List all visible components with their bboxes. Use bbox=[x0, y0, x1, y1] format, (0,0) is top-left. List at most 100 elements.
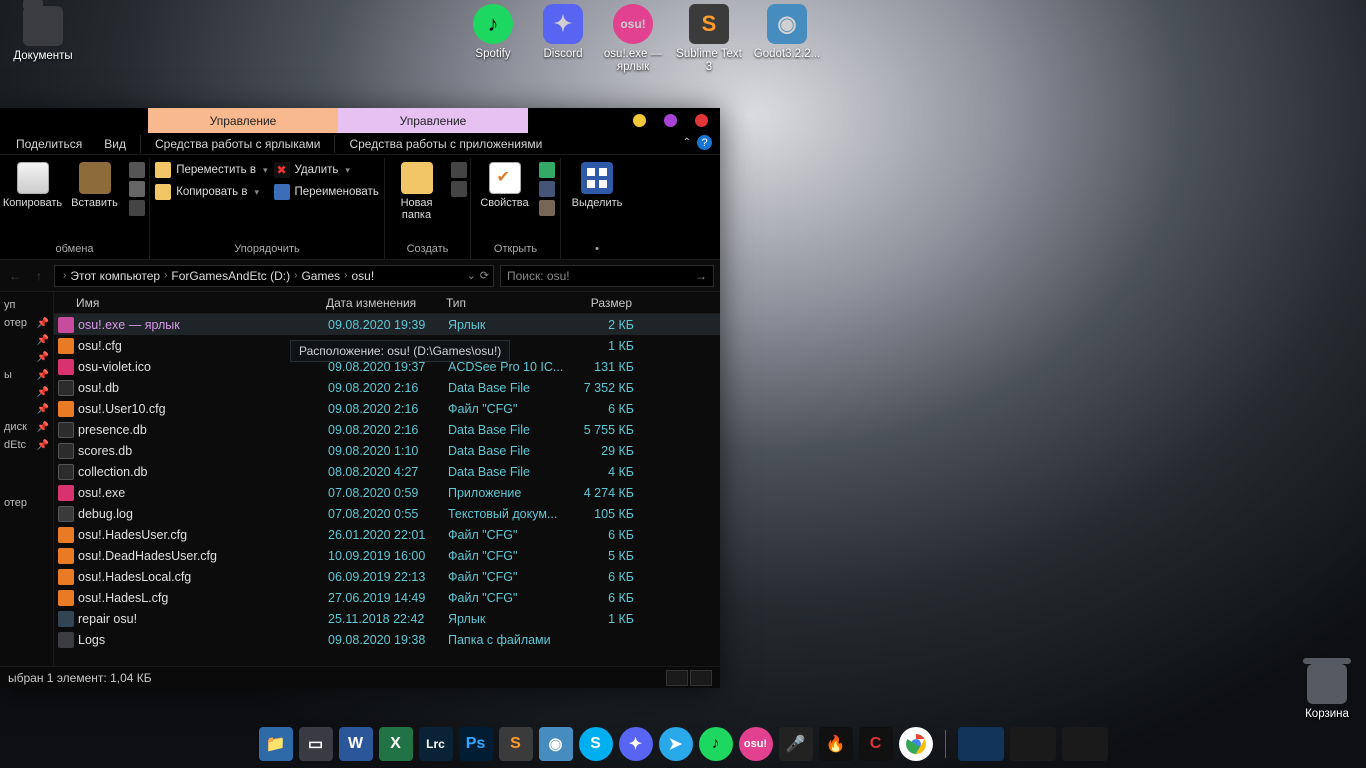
file-name: collection.db bbox=[78, 465, 328, 479]
desktop-shortcut-sublime[interactable]: S Sublime Text 3 bbox=[672, 4, 746, 74]
taskbar-discord[interactable]: ✦ bbox=[619, 727, 653, 761]
easy-access-icon[interactable] bbox=[451, 181, 467, 197]
taskbar-chrome[interactable] bbox=[899, 727, 933, 761]
sidebar-item[interactable]: отер bbox=[2, 494, 51, 512]
file-row[interactable]: osu!.exe — ярлык09.08.2020 19:39Ярлык2 К… bbox=[54, 314, 720, 335]
breadcrumb[interactable]: › Этот компьютер› ForGamesAndEtc (D:)› G… bbox=[54, 265, 494, 287]
file-row[interactable]: scores.db09.08.2020 1:10Data Base File29… bbox=[54, 440, 720, 461]
file-row[interactable]: osu!.HadesLocal.cfg06.09.2019 22:13Файл … bbox=[54, 566, 720, 587]
view-icons-button[interactable] bbox=[690, 670, 712, 686]
taskbar-lightroom[interactable]: Lrc bbox=[419, 727, 453, 761]
close-button[interactable] bbox=[695, 114, 708, 127]
sidebar-item[interactable]: dEtc📌 bbox=[2, 436, 51, 454]
file-icon bbox=[58, 506, 74, 522]
desktop-shortcut-spotify[interactable]: ♪ Spotify bbox=[456, 4, 530, 61]
history-dropdown[interactable]: ⌄ bbox=[467, 269, 476, 282]
delete-button[interactable]: ✖Удалить▾ bbox=[274, 162, 379, 178]
refresh-button[interactable]: ⟳ bbox=[480, 269, 489, 282]
new-folder-button[interactable]: Новая папка bbox=[389, 162, 445, 221]
file-row[interactable]: presence.db09.08.2020 2:16Data Base File… bbox=[54, 419, 720, 440]
desktop-shortcut-discord[interactable]: ✦ Discord bbox=[526, 4, 600, 61]
copy-path-icon[interactable] bbox=[129, 181, 145, 197]
file-row[interactable]: osu!.exe07.08.2020 0:59Приложение4 274 К… bbox=[54, 482, 720, 503]
search-input[interactable]: Поиск: osu! → bbox=[500, 265, 714, 287]
nav-back-button[interactable]: ← bbox=[6, 267, 24, 285]
sidebar-item[interactable]: отер📌 bbox=[2, 314, 51, 332]
paste-button[interactable]: Вставить bbox=[67, 162, 123, 209]
taskbar-app1[interactable]: 🔥 bbox=[819, 727, 853, 761]
maximize-button[interactable] bbox=[664, 114, 677, 127]
sidebar-item[interactable]: диск📌 bbox=[2, 418, 51, 436]
context-tab-app[interactable]: Управление bbox=[338, 108, 528, 133]
file-size: 105 КБ bbox=[568, 507, 634, 521]
taskbar-sublime[interactable]: S bbox=[499, 727, 533, 761]
file-row[interactable]: debug.log07.08.2020 0:55Текстовый докум.… bbox=[54, 503, 720, 524]
sidebar-item[interactable]: уп bbox=[2, 296, 51, 314]
taskbar-spotify[interactable]: ♪ bbox=[699, 727, 733, 761]
taskbar-osu[interactable]: osu! bbox=[739, 727, 773, 761]
taskbar-excel[interactable]: X bbox=[379, 727, 413, 761]
taskbar-word[interactable]: W bbox=[339, 727, 373, 761]
tab-view[interactable]: Вид bbox=[104, 137, 126, 151]
taskbar-thumb2[interactable] bbox=[1010, 727, 1056, 761]
file-row[interactable]: osu!.HadesUser.cfg26.01.2020 22:01Файл "… bbox=[54, 524, 720, 545]
minimize-button[interactable] bbox=[633, 114, 646, 127]
copy-button[interactable]: Копировать bbox=[5, 162, 61, 209]
taskbar-godot[interactable]: ◉ bbox=[539, 727, 573, 761]
file-size: 1 КБ bbox=[568, 339, 634, 353]
taskbar-skype[interactable]: S bbox=[579, 727, 613, 761]
open-icon[interactable] bbox=[539, 162, 555, 178]
nav-up-button[interactable]: ↑ bbox=[30, 267, 48, 285]
taskbar-mic[interactable]: 🎤 bbox=[779, 727, 813, 761]
help-button[interactable]: ? bbox=[697, 135, 712, 150]
sidebar-item[interactable]: 📌 bbox=[2, 349, 51, 366]
file-date: 09.08.2020 1:10 bbox=[328, 444, 448, 458]
desktop-shortcut-godot[interactable]: ◉ Godot3.2.2... bbox=[750, 4, 824, 61]
view-details-button[interactable] bbox=[666, 670, 688, 686]
file-size: 131 КБ bbox=[568, 360, 634, 374]
sidebar-item[interactable]: 📌 bbox=[2, 332, 51, 349]
move-to-button[interactable]: Переместить в▾ bbox=[155, 162, 267, 178]
ribbon: Копировать Вставить обмена Переместить в… bbox=[0, 155, 720, 260]
taskbar-explorer[interactable]: 📁 bbox=[259, 727, 293, 761]
edit-icon[interactable] bbox=[539, 181, 555, 197]
taskbar-terminal[interactable]: ▭ bbox=[299, 727, 333, 761]
file-row[interactable]: osu!.HadesL.cfg27.06.2019 14:49Файл "CFG… bbox=[54, 587, 720, 608]
taskbar-ccleaner[interactable]: C bbox=[859, 727, 893, 761]
col-size[interactable]: Размер bbox=[566, 296, 632, 310]
desktop-shortcut-osu[interactable]: osu! osu!.exe — ярлык bbox=[596, 4, 670, 74]
copy-to-button[interactable]: Копировать в▾ bbox=[155, 184, 267, 200]
file-row[interactable]: collection.db08.08.2020 4:27Data Base Fi… bbox=[54, 461, 720, 482]
select-button[interactable]: Выделить bbox=[569, 162, 625, 209]
desktop-trash[interactable]: Корзина bbox=[1290, 664, 1364, 721]
file-row[interactable]: osu!.User10.cfg09.08.2020 2:16Файл "CFG"… bbox=[54, 398, 720, 419]
tab-share[interactable]: Поделиться bbox=[16, 137, 82, 151]
cut-icon[interactable] bbox=[129, 200, 145, 216]
col-type[interactable]: Тип bbox=[446, 296, 566, 310]
desktop-folder-documents[interactable]: Документы bbox=[6, 6, 80, 63]
sidebar-item[interactable]: 📌 bbox=[2, 384, 51, 401]
tab-app-tools[interactable]: Средства работы с приложениями bbox=[349, 137, 542, 151]
properties-button[interactable]: Свойства bbox=[477, 162, 533, 209]
rename-button[interactable]: Переименовать bbox=[274, 184, 379, 200]
taskbar-thumb1[interactable] bbox=[958, 727, 1004, 761]
taskbar-photoshop[interactable]: Ps bbox=[459, 727, 493, 761]
paste-icon bbox=[79, 162, 111, 194]
sidebar-item[interactable]: 📌 bbox=[2, 401, 51, 418]
taskbar-telegram[interactable]: ➤ bbox=[659, 727, 693, 761]
file-row[interactable]: Logs09.08.2020 19:38Папка с файлами bbox=[54, 629, 720, 650]
collapse-ribbon-button[interactable]: ⌃ bbox=[683, 137, 691, 148]
pin-icon[interactable] bbox=[129, 162, 145, 178]
history-icon[interactable] bbox=[539, 200, 555, 216]
file-icon bbox=[58, 632, 74, 648]
tab-shortcut-tools[interactable]: Средства работы с ярлыками bbox=[155, 137, 320, 151]
file-row[interactable]: osu!.db09.08.2020 2:16Data Base File7 35… bbox=[54, 377, 720, 398]
new-item-icon[interactable] bbox=[451, 162, 467, 178]
file-row[interactable]: repair osu!25.11.2018 22:42Ярлык1 КБ bbox=[54, 608, 720, 629]
file-row[interactable]: osu!.DeadHadesUser.cfg10.09.2019 16:00Фа… bbox=[54, 545, 720, 566]
context-tab-shortcut[interactable]: Управление bbox=[148, 108, 338, 133]
col-date[interactable]: Дата изменения bbox=[326, 296, 446, 310]
sidebar-item[interactable]: ы📌 bbox=[2, 366, 51, 384]
col-name[interactable]: Имя bbox=[76, 296, 326, 310]
taskbar-thumb3[interactable] bbox=[1062, 727, 1108, 761]
